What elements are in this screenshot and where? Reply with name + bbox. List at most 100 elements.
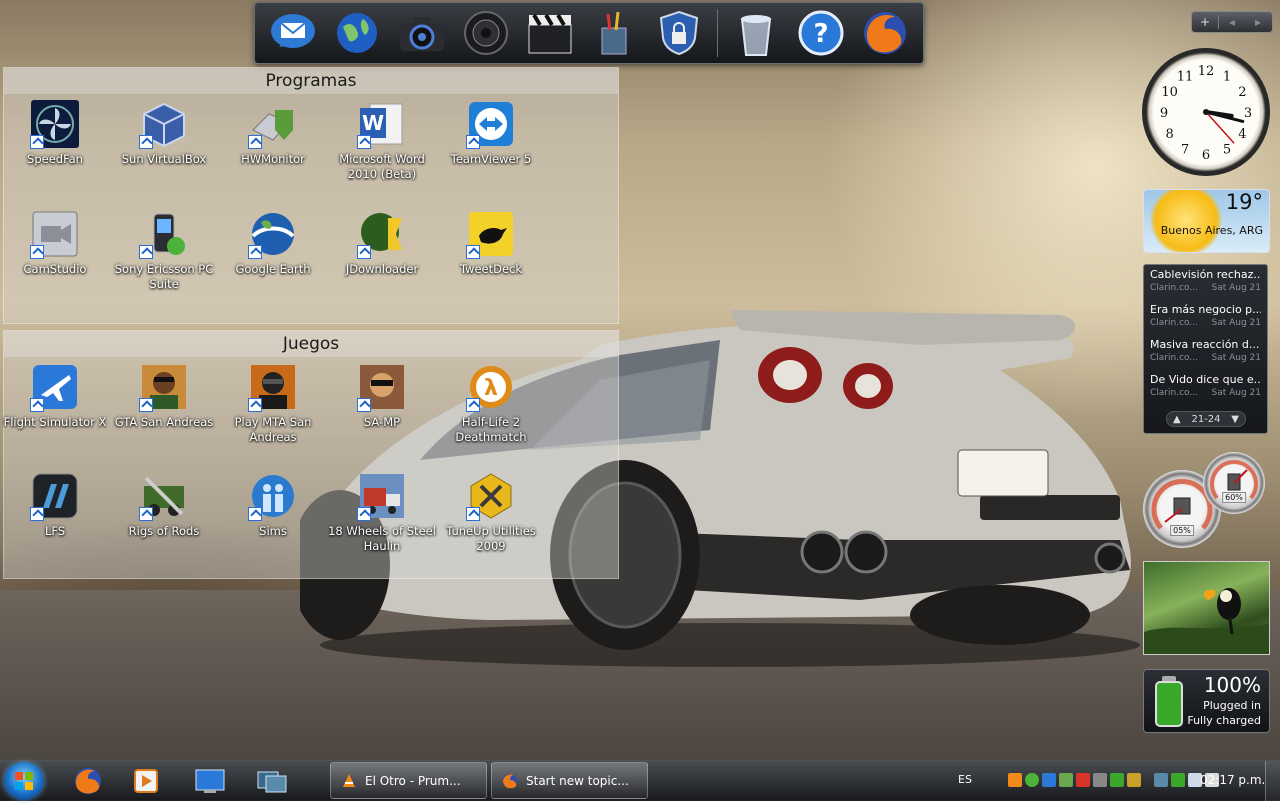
desktop-icon-speedfan[interactable]: SpeedFan xyxy=(1,100,109,167)
clapperboard-icon[interactable] xyxy=(524,7,576,59)
svg-text:W: W xyxy=(362,111,384,135)
truck-icon xyxy=(357,472,406,521)
desktop-icon-google-earth[interactable]: Google Earth xyxy=(219,210,327,277)
recycle-bin-icon[interactable] xyxy=(730,7,782,59)
feed-previous-icon[interactable]: ▲ xyxy=(1173,414,1181,425)
devices-tray-icon[interactable] xyxy=(1093,773,1107,787)
next-gadget-icon[interactable]: ▸ xyxy=(1245,15,1271,29)
network-tray-icon[interactable] xyxy=(1025,773,1039,787)
quick-launch-media-player-icon[interactable] xyxy=(128,765,164,797)
hwmonitor-icon xyxy=(248,100,297,149)
shortcut-arrow-icon xyxy=(466,398,480,412)
desktop-icon-lfs[interactable]: LFS xyxy=(1,472,109,539)
quick-launch-switch-windows-icon[interactable] xyxy=(254,765,290,797)
taskbar-button-label: El Otro - Prum... xyxy=(365,773,461,788)
security-shield-icon[interactable] xyxy=(653,7,705,59)
icon-label: Sony Ericsson PC Suite xyxy=(114,262,214,291)
clock-numeral: 2 xyxy=(1238,85,1246,100)
add-gadget-button[interactable]: + xyxy=(1192,15,1219,29)
feed-item[interactable]: Cablevisión rechaz... Clarin.co... Sat Au… xyxy=(1144,265,1267,300)
weather-temperature: 19° xyxy=(1225,190,1263,214)
icon-label: JDownloader xyxy=(345,262,419,276)
desktop-icon-sims[interactable]: Sims xyxy=(219,472,327,539)
feed-item-source: Clarin.co... xyxy=(1150,318,1198,328)
clock-numeral: 4 xyxy=(1238,127,1246,142)
desktop-icon-camstudio[interactable]: CamStudio xyxy=(1,210,109,277)
battery-status: Plugged in xyxy=(1203,699,1261,712)
taskbar-button-firefox[interactable]: Start new topic... xyxy=(491,762,648,799)
icon-label: Half-Life 2 Deathmatch xyxy=(455,415,527,444)
desktop-icon-tuneup[interactable]: TuneUp Utilities 2009 xyxy=(437,472,545,554)
firefox-icon xyxy=(503,773,517,788)
desktop-icon-tweetdeck[interactable]: TweetDeck xyxy=(437,210,545,277)
desktop-icon-virtualbox[interactable]: Sun VirtualBox xyxy=(110,100,218,167)
samp-icon xyxy=(357,363,406,412)
monitor-tray-icon[interactable] xyxy=(1042,773,1056,787)
error-tray-icon[interactable] xyxy=(1076,773,1090,787)
desktop-icon-teamviewer[interactable]: TeamViewer 5 xyxy=(437,100,545,167)
quick-launch-show-desktop-icon[interactable] xyxy=(192,765,228,797)
start-button[interactable] xyxy=(4,762,44,800)
feed-item-source: Clarin.co... xyxy=(1150,388,1198,398)
speaker-icon[interactable] xyxy=(460,7,512,59)
show-desktop-button[interactable] xyxy=(1265,761,1280,801)
desktop-icon-samp[interactable]: SA-MP xyxy=(328,363,436,430)
globe-icon[interactable] xyxy=(331,7,383,59)
icon-label: 18 Wheels of Steel Haulin xyxy=(328,524,436,553)
desktop-icon-sony-ericsson[interactable]: Sony Ericsson PC Suite xyxy=(110,210,218,292)
camera-icon[interactable] xyxy=(396,7,448,59)
sun-icon xyxy=(1150,190,1222,252)
desktop-icon-half-life-2[interactable]: λ Half-Life 2 Deathmatch xyxy=(437,363,545,445)
taskbar-button-vlc[interactable]: El Otro - Prum... xyxy=(330,762,487,799)
icon-label: Sims xyxy=(259,524,287,538)
battery-gadget[interactable]: 100% Plugged in Fully charged xyxy=(1143,669,1270,733)
app-tray-icon[interactable] xyxy=(1059,773,1073,787)
lfs-icon xyxy=(30,472,79,521)
previous-gadget-icon[interactable]: ◂ xyxy=(1219,15,1245,29)
slideshow-gadget[interactable] xyxy=(1143,561,1270,655)
shortcut-arrow-icon xyxy=(248,135,262,149)
taskbar-clock[interactable]: 02:17 p.m. xyxy=(1200,773,1265,787)
firefox-icon[interactable] xyxy=(859,7,911,59)
vlc-icon xyxy=(343,773,355,787)
icon-label: Google Earth xyxy=(235,262,311,276)
desktop-icon-gta-san-andreas[interactable]: GTA San Andreas xyxy=(110,363,218,430)
input-language-indicator[interactable]: ES xyxy=(958,773,972,786)
weather-gadget[interactable]: 19° Buenos Aires, ARG xyxy=(1143,189,1270,253)
shortcut-arrow-icon xyxy=(248,245,262,259)
pencil-cup-icon[interactable] xyxy=(588,7,640,59)
desktop-icon-rigs-of-rods[interactable]: Rigs of Rods xyxy=(110,472,218,539)
desktop-icon-18-wheels[interactable]: 18 Wheels of Steel Haulin xyxy=(328,472,436,554)
quick-launch-firefox-icon[interactable] xyxy=(70,765,106,797)
notification-area xyxy=(1008,773,1219,787)
desktop-icon-mta-san-andreas[interactable]: Play MTA San Andreas xyxy=(219,363,327,445)
desktop-icon-hwmonitor[interactable]: HWMonitor xyxy=(219,100,327,167)
help-icon[interactable]: ? xyxy=(795,7,847,59)
shortcut-arrow-icon xyxy=(30,398,44,412)
desktop-icon-flight-simulator[interactable]: Flight Simulator X xyxy=(1,363,109,430)
feed-item[interactable]: Masiva reacción d... Clarin.co... Sat Aug… xyxy=(1144,335,1267,370)
dock-bar: ? xyxy=(254,2,924,64)
sidebar-tray-icon[interactable] xyxy=(1154,773,1168,787)
clock-numeral: 10 xyxy=(1161,85,1178,100)
check-tray-icon[interactable] xyxy=(1110,773,1124,787)
desktop-icon-word[interactable]: W Microsoft Word 2010 (Beta) xyxy=(328,100,436,182)
desktop-icon-jdownloader[interactable]: JDownloader xyxy=(328,210,436,277)
word-icon: W xyxy=(357,100,406,149)
clock-gadget[interactable]: 1 2 3 4 5 6 7 8 9 10 11 12 xyxy=(1142,48,1270,176)
jdownloader-icon xyxy=(357,210,406,259)
shortcut-arrow-icon xyxy=(139,135,153,149)
cpu-usage: 05% xyxy=(1170,525,1194,536)
battery-percent: 100% xyxy=(1203,673,1261,697)
feed-next-icon[interactable]: ▼ xyxy=(1231,414,1239,425)
feed-item[interactable]: Era más negocio p... Clarin.co... Sat Aug… xyxy=(1144,300,1267,335)
tools-tray-icon[interactable] xyxy=(1127,773,1141,787)
vlc-tray-icon[interactable] xyxy=(1008,773,1022,787)
memory-meter-gadget[interactable]: 60% xyxy=(1203,452,1265,514)
mail-icon[interactable] xyxy=(267,7,319,59)
shortcut-arrow-icon xyxy=(139,245,153,259)
power-tray-icon[interactable] xyxy=(1171,773,1185,787)
feed-item[interactable]: De Vido dice que e... Clarin.co... Sat Au… xyxy=(1144,370,1267,405)
shortcut-arrow-icon xyxy=(139,398,153,412)
shortcut-arrow-icon xyxy=(357,398,371,412)
